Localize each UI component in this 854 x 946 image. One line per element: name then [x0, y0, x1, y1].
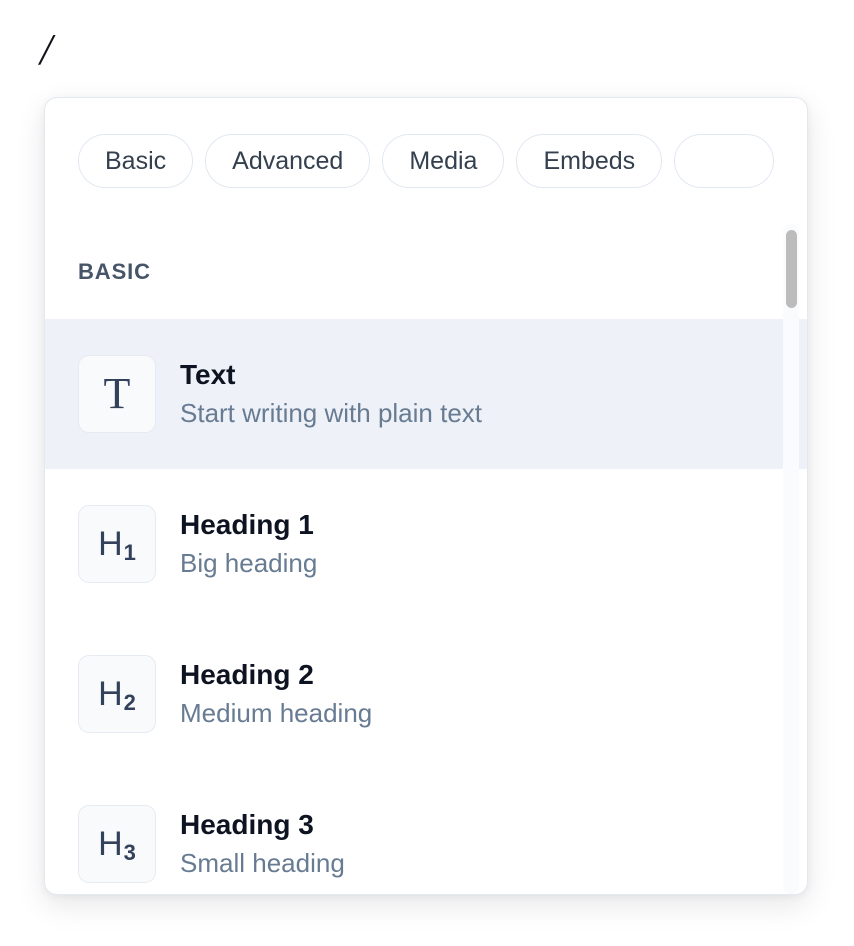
tab-media[interactable]: Media — [382, 134, 505, 188]
block-list: BASIC T Text Start writing with plain te… — [45, 224, 807, 894]
tab-advanced-label: Advanced — [232, 146, 344, 175]
category-tabs: Basic Advanced Media Embeds — [45, 98, 807, 224]
tab-embeds[interactable]: Embeds — [516, 134, 663, 188]
block-item-heading-2-title: Heading 2 — [180, 659, 314, 691]
tab-basic-label: Basic — [105, 146, 167, 175]
tab-media-label: Media — [409, 146, 478, 175]
block-item-heading-3-labels: Heading 3 Small heading — [180, 807, 345, 881]
editor-area[interactable]: / — [0, 0, 854, 97]
tab-overflow-partial[interactable] — [674, 134, 775, 188]
tab-embeds-label: Embeds — [543, 146, 636, 175]
block-item-heading-3-description: Small heading — [180, 848, 345, 879]
list-scrollbar-thumb[interactable] — [786, 230, 797, 308]
heading-2-icon-letter: H — [98, 675, 123, 713]
heading-1-icon-subscript: 1 — [123, 540, 136, 565]
section-header-basic: BASIC — [78, 258, 151, 284]
block-item-text-labels: Text Start writing with plain text — [180, 357, 482, 431]
block-item-text-description: Start writing with plain text — [180, 398, 483, 429]
heading-2-icon-subscript: 2 — [123, 690, 136, 715]
tab-basic[interactable]: Basic — [78, 134, 194, 188]
heading-3-icon-subscript: 3 — [123, 840, 136, 865]
heading-1-icon-glyph: H1 — [98, 525, 136, 565]
block-item-heading-3-title: Heading 3 — [180, 809, 314, 841]
text-t-icon-glyph: T — [103, 369, 131, 418]
block-item-text-title: Text — [180, 359, 236, 391]
heading-3-icon-letter: H — [98, 825, 123, 863]
block-item-heading-2-labels: Heading 2 Medium heading — [180, 657, 372, 731]
heading-1-icon-letter: H — [98, 525, 123, 563]
heading-1-icon: H1 — [78, 505, 156, 583]
block-item-heading-1-title: Heading 1 — [180, 509, 314, 541]
block-item-heading-2[interactable]: H2 Heading 2 Medium heading — [45, 619, 807, 769]
slash-command-text: / — [40, 25, 53, 74]
heading-3-icon: H3 — [78, 805, 156, 883]
block-item-heading-1[interactable]: H1 Heading 1 Big heading — [45, 469, 807, 619]
block-item-text[interactable]: T Text Start writing with plain text — [45, 319, 807, 469]
heading-2-icon: H2 — [78, 655, 156, 733]
block-insert-popup: Basic Advanced Media Embeds BASIC T Text… — [44, 97, 808, 895]
block-item-heading-2-description: Medium heading — [180, 698, 373, 729]
block-item-heading-3[interactable]: H3 Heading 3 Small heading — [45, 769, 807, 894]
heading-3-icon-glyph: H3 — [98, 825, 136, 865]
block-item-heading-1-description: Big heading — [180, 548, 318, 579]
block-item-heading-1-labels: Heading 1 Big heading — [180, 507, 317, 581]
tab-advanced[interactable]: Advanced — [205, 134, 371, 188]
heading-2-icon-glyph: H2 — [98, 675, 136, 715]
list-scrollbar-track[interactable] — [783, 224, 799, 894]
text-t-icon: T — [78, 355, 156, 433]
